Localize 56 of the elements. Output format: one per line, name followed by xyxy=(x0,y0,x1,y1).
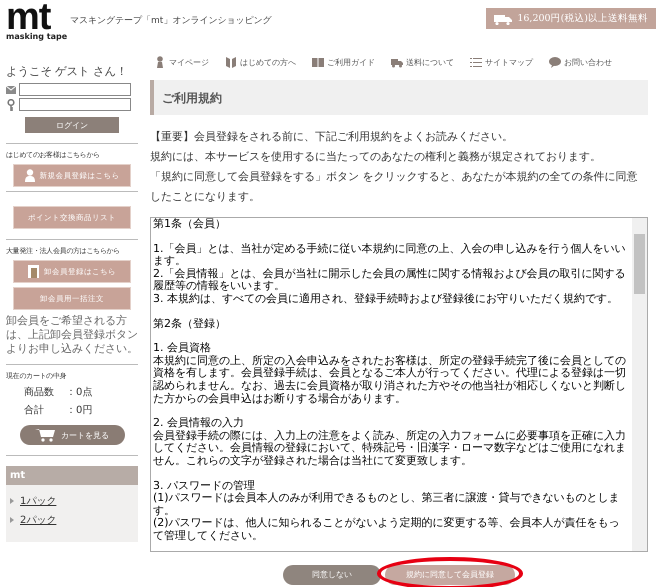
site-tagline: マスキングテープ「mt」オンラインショッピング xyxy=(70,14,272,27)
logo-subtitle: masking tape xyxy=(6,32,68,41)
key-icon xyxy=(6,98,16,110)
intro-text: 「規約に同意して会員登録をする」ボタン をクリックすると、あなたが本規約の全ての条件に同意したことになります。 xyxy=(150,169,638,205)
wholesale-note: 卸会員をご希望される方は、上記卸会員登録ボタンよりお申し込みください。 xyxy=(6,314,138,356)
terms-text: 本規約に同意の上、所定の入会申込みをされたお客様は、所定の登録手続完了後に会員としての資格を有します。会員登録手続は、会員となるご本人が行ってください。代理による登録は一切認められません。なお、過去に会員資格が取り消された方やその他当社が相応しくないと判断した方からの会員申込はお断りする場合があります。 xyxy=(153,354,627,406)
email-field[interactable] xyxy=(19,83,131,96)
terms-text: 3. パスワードの管理 xyxy=(153,480,256,492)
terms-text: 2. 会員情報の入力 xyxy=(153,417,245,430)
intro-text: 【重要】会員登録をされる前に、下記ご利用規約をよくお読みください。 xyxy=(150,129,514,145)
intro-text: 規約には、本サービスを使用するに当たってのあなたの権利と義務が規定されております。 xyxy=(150,149,602,165)
login-button[interactable]: ログイン xyxy=(25,117,119,133)
nav-link[interactable]: はじめての方へ xyxy=(225,56,296,68)
book-icon xyxy=(312,56,324,68)
terms-text: (1)パスワードは会員本人のみが利用できるものとし、第三者に譲渡・貸与できないものとします。 xyxy=(153,492,621,517)
cart-total-label: 合計 xyxy=(24,404,45,417)
list-icon xyxy=(470,56,482,68)
cart-icon xyxy=(35,428,55,442)
nav-link[interactable]: お問い合わせ xyxy=(549,56,612,68)
terms-text: 2.「会員情報」とは、会員が当社に開示した会員の属性に関する情報および会員の取引に関する履歴等の情報をいいます。 xyxy=(153,268,626,292)
category-header: mt xyxy=(6,466,138,485)
person-icon xyxy=(154,56,166,68)
terms-text: 1. 会員資格 xyxy=(153,342,212,355)
bullet-icon xyxy=(10,498,14,504)
terms-text: 第2条（登録） xyxy=(153,318,227,330)
book-icon xyxy=(225,56,237,68)
terms-text: (2)パスワードは、他人に知られることがないよう定期的に変更する等、会員本人が責任をもって管理してください。 xyxy=(153,517,621,542)
terms-text: 会員登録手続の際には、入力上の注意をよく読み、所定の入力フォームに必要事項を正確に入力してください。会員情報の登録において、特殊記号・旧漢字・ローマ数字などはご使用になれません。これらの文字が登録された場合は当社にて変更致します。 xyxy=(153,430,627,468)
terms-text: 第1条（会員） xyxy=(153,218,227,231)
welcome-text: ようこそ ゲスト さん！ xyxy=(6,64,128,79)
view-cart-button[interactable]: カートを見る xyxy=(20,425,124,445)
terms-text: 3. 本規約は、すべての会員に適用され、登録手続時および登録後にお守りいただく規約です。 xyxy=(153,292,619,306)
decline-button[interactable]: 同意しない xyxy=(283,564,381,584)
nav-link[interactable]: 送料について xyxy=(391,56,454,68)
terms-text: 1.「会員」とは、当社が定める手続に従い本規約に同意の上、入会の申し込みを行う個人をいいます。 xyxy=(153,242,626,268)
bullet-icon xyxy=(10,517,14,523)
cart-count-label: 商品数 xyxy=(24,386,55,399)
free-shipping-text: 16,200円(税込)以上送料無料 xyxy=(517,12,648,25)
password-field[interactable] xyxy=(19,98,131,111)
logo[interactable]: mt xyxy=(6,2,70,32)
door-icon xyxy=(28,265,39,278)
category-link[interactable]: 1パック xyxy=(20,494,56,508)
person-icon xyxy=(24,169,34,182)
category-link[interactable]: 2パック xyxy=(20,513,56,527)
truck-icon xyxy=(391,56,403,68)
nav-link[interactable]: マイページ xyxy=(154,56,209,68)
truck-icon xyxy=(494,12,512,24)
cart-count: ：0点 xyxy=(66,386,92,399)
mail-icon xyxy=(6,86,16,94)
nav-link[interactable]: ご利用ガイド xyxy=(312,56,375,68)
speech-bubble-icon xyxy=(549,56,561,68)
cart-total: ：0円 xyxy=(66,404,92,417)
page-title: ご利用規約 xyxy=(150,80,648,115)
nav-link[interactable]: サイトマップ xyxy=(470,56,533,68)
scrollbar[interactable] xyxy=(632,218,647,551)
terms-text-area[interactable] xyxy=(150,217,648,552)
